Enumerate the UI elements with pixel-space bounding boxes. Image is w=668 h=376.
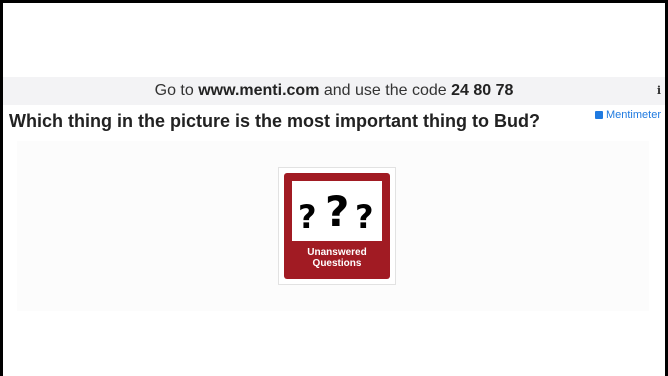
question-mark-icon: ? bbox=[298, 198, 317, 236]
unanswered-questions-icon: ? ? ? Unanswered Questions bbox=[284, 173, 390, 279]
unanswered-questions-image: ? ? ? Unanswered Questions bbox=[278, 167, 396, 285]
mentimeter-brand[interactable]: Mentimeter bbox=[594, 109, 661, 121]
presentation-frame: Go to www.menti.com and use the code 24 … bbox=[3, 3, 665, 376]
caption-line-2: Questions bbox=[312, 258, 362, 269]
question-marks-panel: ? ? ? bbox=[292, 181, 382, 241]
question-mark-icon: ? bbox=[325, 187, 350, 236]
info-icon[interactable]: i bbox=[657, 77, 661, 105]
join-middle: and use the code bbox=[319, 82, 452, 99]
question-title: Which thing in the picture is the most i… bbox=[9, 111, 540, 131]
menti-url-link[interactable]: www.menti.com bbox=[198, 82, 319, 99]
caption-line-1: Unanswered bbox=[307, 247, 367, 258]
join-code-bar: Go to www.menti.com and use the code 24 … bbox=[3, 77, 665, 105]
question-mark-icon: ? bbox=[355, 198, 374, 236]
mentimeter-brand-name: Mentimeter bbox=[605, 109, 661, 121]
mentimeter-logo-icon bbox=[594, 111, 603, 119]
join-prefix: Go to bbox=[154, 82, 199, 99]
join-code: 24 80 78 bbox=[451, 82, 514, 99]
image-caption: Unanswered Questions bbox=[284, 247, 390, 269]
